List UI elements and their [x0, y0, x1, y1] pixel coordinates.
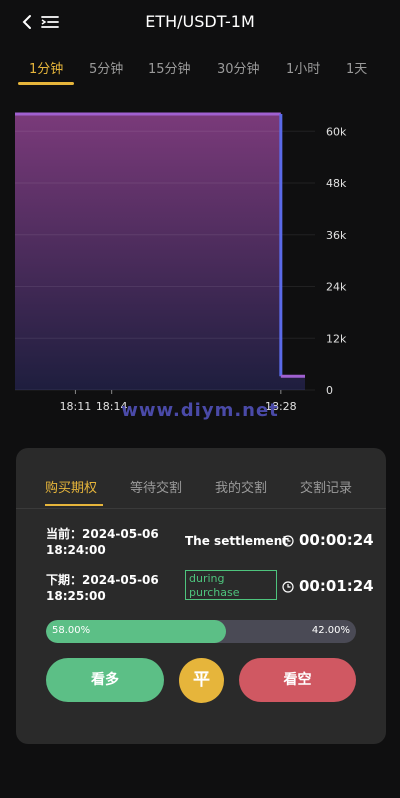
chart-area-fill: [15, 114, 305, 390]
current-period-label: 当前：2024-05-06 18:24:00: [46, 527, 159, 557]
next-period-label: 下期：2024-05-06 18:25:00: [46, 573, 159, 603]
tab-pending-delivery[interactable]: 等待交割: [130, 477, 182, 496]
clock-icon: [282, 535, 294, 547]
top-bar: ETH/USDT-1M: [0, 0, 400, 44]
y-tick-label: 12k: [326, 332, 347, 345]
page-title: ETH/USDT-1M: [145, 12, 255, 31]
y-tick-label: 36k: [326, 229, 347, 242]
tab-active-indicator: [18, 82, 74, 85]
tab-my-delivery[interactable]: 我的交割: [215, 477, 267, 496]
y-tick-label: 24k: [326, 281, 347, 294]
tab-buy-option[interactable]: 购买期权: [45, 477, 97, 496]
panel-tabs: 购买期权 等待交割 我的交割 交割记录: [16, 448, 386, 509]
long-short-ratio-bar: 58.00% 42.00%: [46, 620, 356, 643]
next-timer: 00:01:24: [299, 577, 374, 595]
y-tick-label: 60k: [326, 125, 347, 138]
watermark: www.diym.net: [121, 400, 279, 421]
tab-30min[interactable]: 30分钟: [217, 58, 260, 77]
current-status: The settlement: [185, 534, 288, 548]
flat-button[interactable]: 平: [179, 658, 224, 703]
long-ratio-label: 58.00%: [52, 625, 91, 636]
interval-tabs: 1分钟 5分钟 15分钟 30分钟 1小时 1天: [0, 52, 400, 88]
buy-short-button[interactable]: 看空: [239, 658, 356, 702]
clock-icon: [282, 581, 294, 593]
tab-delivery-records[interactable]: 交割记录: [300, 477, 352, 496]
tab-5min[interactable]: 5分钟: [89, 58, 123, 77]
y-tick-label: 48k: [326, 177, 347, 190]
tab-15min[interactable]: 15分钟: [148, 58, 191, 77]
next-period-row: 下期：2024-05-06 18:25:00 during purchase 0…: [16, 570, 386, 612]
tab-1min[interactable]: 1分钟: [29, 58, 63, 77]
current-timer: 00:00:24: [299, 531, 374, 549]
price-chart[interactable]: 60k 48k 36k 24k 12k 0 18:11 18:14 18:28: [0, 100, 400, 420]
tab-1day[interactable]: 1天: [346, 58, 367, 77]
current-period-row: 当前：2024-05-06 18:24:00 The settlement 00…: [16, 526, 386, 566]
panel-tab-indicator: [45, 504, 103, 506]
tab-1hour[interactable]: 1小时: [286, 58, 320, 77]
trade-panel: 购买期权 等待交割 我的交割 交割记录 当前：2024-05-06 18:24:…: [16, 448, 386, 744]
buy-long-button[interactable]: 看多: [46, 658, 164, 702]
next-status-badge: during purchase: [185, 570, 277, 600]
short-ratio-label: 42.00%: [311, 625, 350, 636]
chart-svg: 60k48k36k24k12k018:11 18:14 18:28: [15, 112, 347, 413]
y-tick-label: 0: [326, 384, 333, 397]
